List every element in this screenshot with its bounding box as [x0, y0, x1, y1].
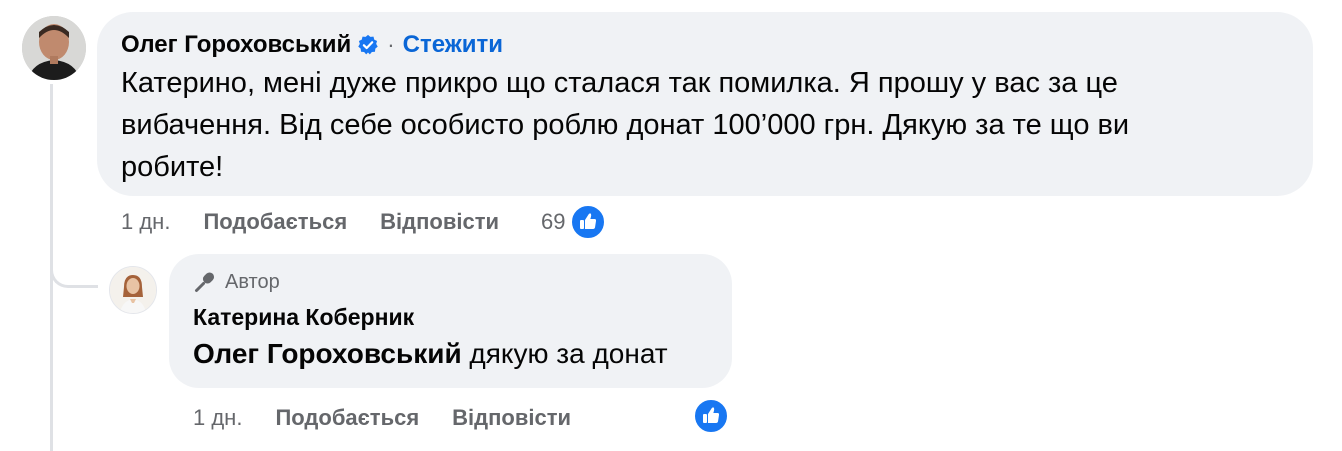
- verified-badge-icon: [357, 34, 379, 56]
- separator-dot: ·: [387, 32, 395, 57]
- avatar-photo-icon: [110, 267, 156, 313]
- like-reaction-icon[interactable]: [569, 204, 606, 240]
- mention-link[interactable]: Олег Гороховський: [193, 338, 462, 369]
- avatar-photo-icon: [22, 16, 86, 80]
- reply-button[interactable]: Відповісти: [380, 209, 499, 235]
- author-badge: Автор: [193, 268, 280, 296]
- avatar[interactable]: [22, 16, 86, 80]
- reply-reply-button[interactable]: Відповісти: [452, 405, 571, 431]
- comment-bubble: Олег Гороховський · Стежити Катерино, ме…: [97, 12, 1313, 196]
- reply-author-name[interactable]: Катерина Коберник: [193, 304, 414, 331]
- comment-text-line: робите!: [121, 151, 224, 183]
- reply-like-reaction-icon[interactable]: [693, 398, 729, 434]
- comment-header: Олег Гороховський · Стежити: [121, 30, 503, 60]
- reply-bubble: Автор Катерина Коберник Олег Гороховськи…: [169, 254, 732, 388]
- reply-like-button[interactable]: Подобається: [275, 405, 419, 431]
- comment-text: Катерино, мені дуже прикро що сталася та…: [121, 62, 1301, 188]
- comment-timestamp[interactable]: 1 дн.: [121, 209, 170, 235]
- reply-text-body: дякую за донат: [461, 338, 668, 369]
- microphone-icon: [193, 270, 217, 294]
- author-badge-label: Автор: [225, 270, 280, 293]
- like-button[interactable]: Подобається: [203, 209, 347, 235]
- reaction-count[interactable]: 69: [541, 209, 565, 235]
- comment-actions: 1 дн. Подобається Відповісти 69: [121, 204, 606, 240]
- thread-line-branch: [50, 238, 98, 288]
- reply-avatar[interactable]: [109, 266, 157, 314]
- reply-timestamp[interactable]: 1 дн.: [193, 405, 242, 431]
- reply-actions: 1 дн. Подобається Відповісти: [193, 400, 571, 436]
- follow-button[interactable]: Стежити: [403, 31, 503, 59]
- comment-text-line: вибачення. Від себе особисто роблю донат…: [121, 109, 1130, 141]
- reply-text: Олег Гороховський дякую за донат: [193, 338, 668, 370]
- comment-author-name[interactable]: Олег Гороховський: [121, 31, 351, 59]
- comment-text-line: Катерино, мені дуже прикро що сталася та…: [121, 67, 1118, 99]
